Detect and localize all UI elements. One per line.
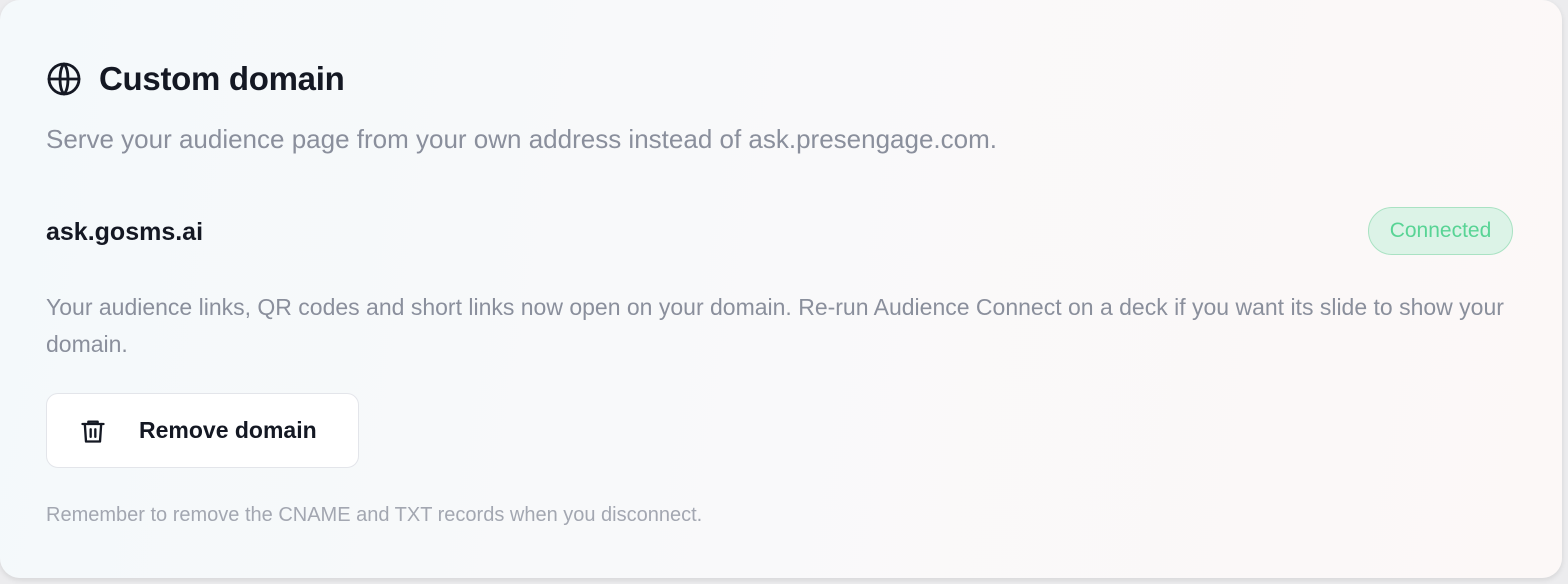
remove-domain-label: Remove domain: [139, 417, 317, 443]
domain-description: Your audience links, QR codes and short …: [46, 294, 1504, 357]
card-subtitle: Serve your audience page from your own a…: [46, 124, 997, 154]
disconnect-footnote: Remember to remove the CNAME and TXT rec…: [46, 504, 703, 526]
globe-icon: [47, 62, 81, 96]
card-title: Custom domain: [99, 60, 345, 97]
card-header: Custom domain: [46, 58, 345, 100]
trash-icon: [81, 420, 105, 443]
remove-domain-button[interactable]: Remove domain: [46, 393, 359, 468]
status-badge: Connected: [1368, 207, 1513, 255]
connected-domain-name: ask.gosms.ai: [46, 218, 204, 246]
custom-domain-card: Custom domain Serve your audience page f…: [0, 0, 1562, 578]
